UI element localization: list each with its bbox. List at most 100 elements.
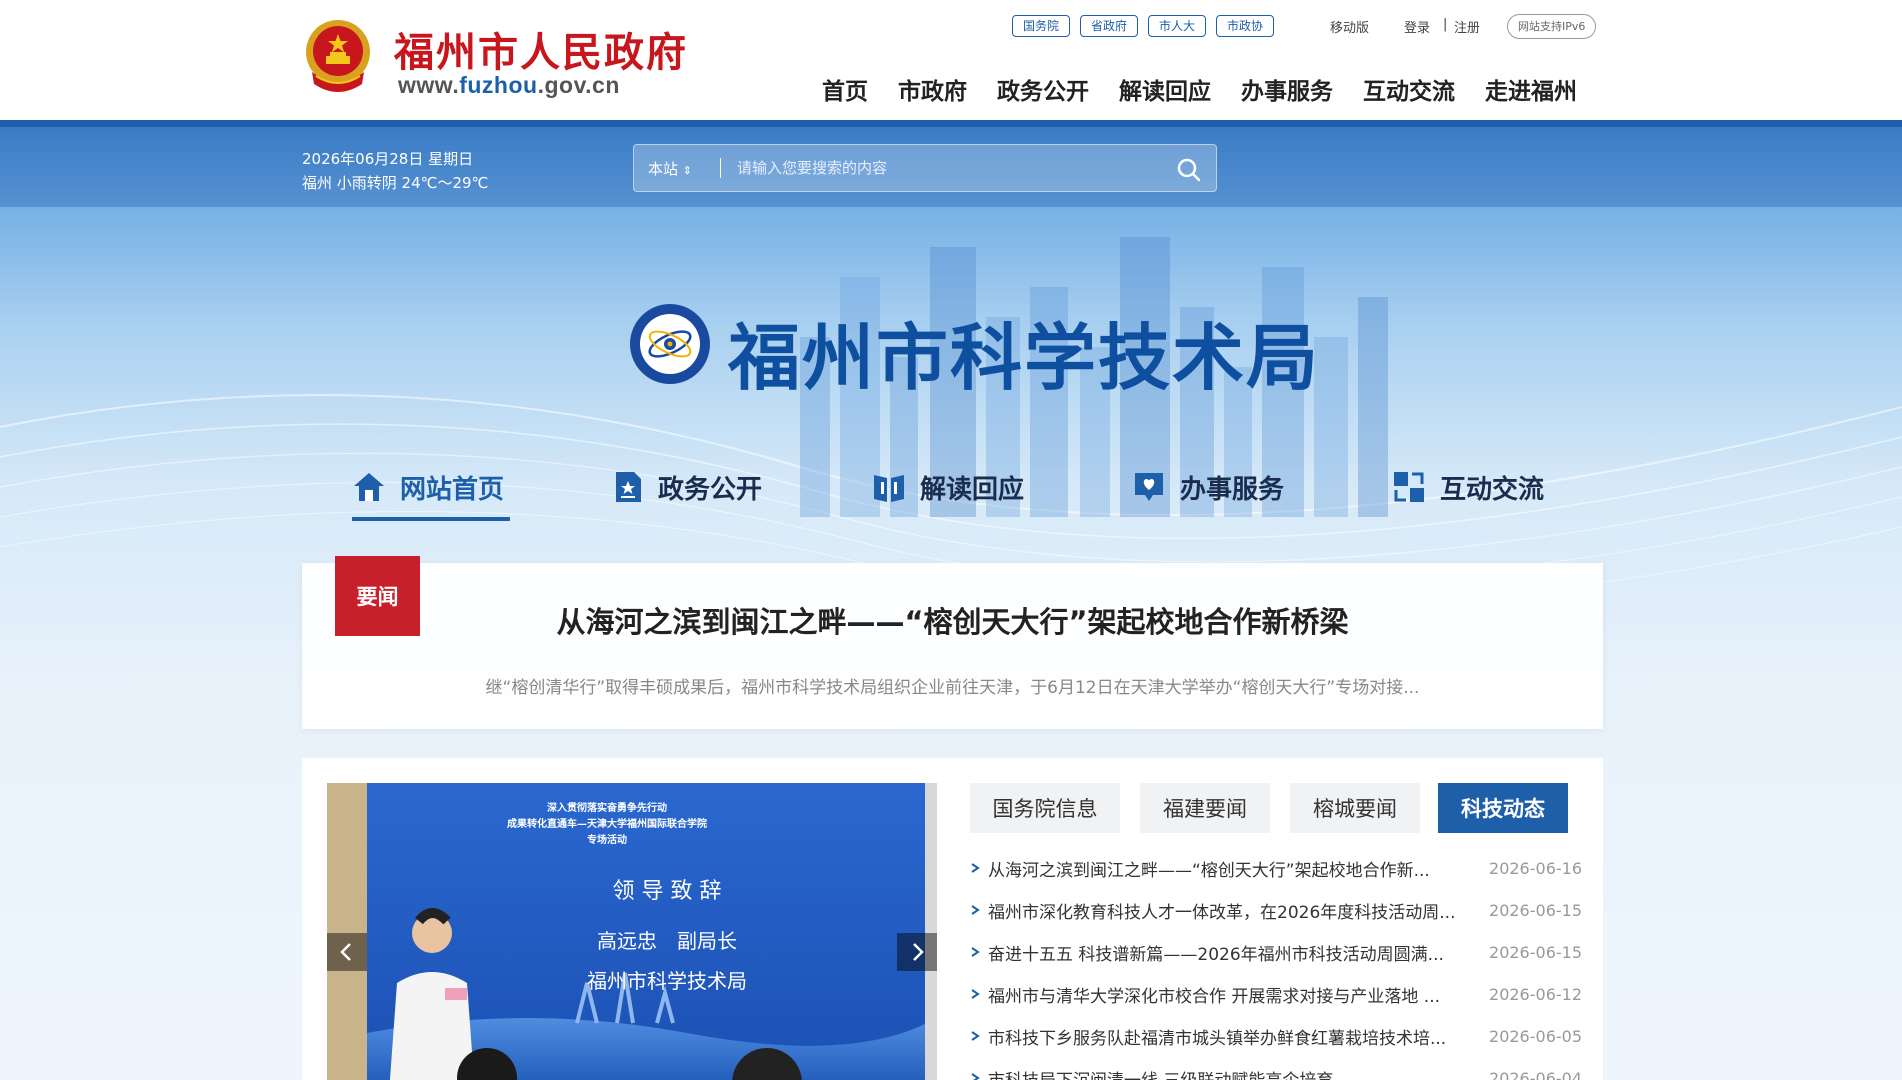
news-item[interactable]: 福州市深化教育科技人才一体改革，在2026年度科技活动周... 2026-06-… [970, 898, 1582, 923]
tab-state-council[interactable]: 国务院信息 [970, 783, 1120, 833]
weather-text: 福州 小雨转阴 24℃～29℃ [302, 174, 489, 192]
interaction-icon [1394, 472, 1424, 502]
active-tab-indicator [352, 517, 510, 521]
bullet-icon [971, 1073, 980, 1080]
news-date: 2026-06-15 [1489, 942, 1582, 962]
sub-nav-public-affairs[interactable]: 政务公开 [612, 462, 762, 512]
tab-fujian-news[interactable]: 福建要闻 [1140, 783, 1270, 833]
headline-summary[interactable]: 继“榕创清华行”取得丰硕成果后，福州市科学技术局组织企业前往天津，于6月12日在… [302, 673, 1603, 698]
national-emblem-icon[interactable] [302, 16, 374, 96]
photo-banner-line: 专场活动 [587, 835, 627, 846]
news-item[interactable]: 从海河之滨到闽江之畔——“榕创天大行”架起校地合作新... 2026-06-16 [970, 856, 1582, 881]
bullet-icon [971, 989, 980, 999]
bullet-icon [971, 947, 980, 957]
site-title[interactable]: 福州市人民政府 [394, 20, 688, 78]
header-divider [0, 120, 1902, 127]
search-input[interactable] [737, 155, 1157, 181]
headline-card: 要闻 从海河之滨到闽江之畔——“榕创天大行”架起校地合作新桥梁 继“榕创清华行”… [302, 556, 1603, 729]
main-nav: 首页 市政府 政务公开 解读回应 办事服务 互动交流 走进福州 [822, 72, 1577, 106]
photo-banner-line: 深入贯彻落实奋勇争先行动 [547, 803, 667, 814]
news-date: 2026-06-12 [1489, 984, 1582, 1004]
sub-nav-label: 办事服务 [1180, 474, 1285, 505]
quick-link-cppcc[interactable]: 市政协 [1216, 15, 1275, 37]
sub-nav: 网站首页 政务公开 解读回应 办事服务 互动交流 [352, 462, 1552, 522]
search-scope-select[interactable]: 本站 ⇕ [648, 158, 692, 179]
sub-nav-services[interactable]: 办事服务 [1132, 462, 1284, 512]
quick-links: 国务院 省政府 市人大 市政协 [1012, 15, 1275, 37]
news-photo-carousel[interactable]: 深入贯彻落实奋勇争先行动 成果转化直通车—天津大学福州国际联合学院 专场活动 领… [327, 783, 937, 1080]
date-weather: 2026年06月28日 星期日 福州 小雨转阴 24℃～29℃ [302, 147, 488, 195]
news-title[interactable]: 从海河之滨到闽江之畔——“榕创天大行”架起校地合作新... [988, 856, 1475, 881]
news-date: 2026-06-04 [1489, 1068, 1582, 1080]
quick-link-province[interactable]: 省政府 [1080, 15, 1139, 37]
bullet-icon [971, 905, 980, 915]
quick-link-congress[interactable]: 市人大 [1148, 15, 1207, 37]
sort-arrows-icon: ⇕ [682, 164, 693, 177]
news-date: 2026-06-05 [1489, 1026, 1582, 1046]
photo-speaker-name: 高远忠 副局长 [597, 929, 737, 953]
url-suffix: .gov.cn [537, 72, 620, 98]
search-scope-label: 本站 [648, 160, 679, 178]
nav-services[interactable]: 办事服务 [1241, 72, 1333, 106]
photo-speaker-org: 福州市科学技术局 [587, 969, 747, 993]
news-title[interactable]: 福州市与清华大学深化市校合作 开展需求对接与产业落地 ... [988, 982, 1475, 1007]
quick-link-state-council[interactable]: 国务院 [1012, 15, 1071, 37]
nav-government[interactable]: 市政府 [898, 72, 967, 106]
mobile-version-link[interactable]: 移动版 [1330, 17, 1369, 36]
bureau-title: 福州市科学技术局 [728, 316, 1321, 400]
sub-nav-label: 网站首页 [400, 474, 505, 505]
service-icon [1135, 473, 1163, 501]
news-date: 2026-06-15 [1489, 900, 1582, 920]
url-prefix: www. [398, 72, 460, 98]
sub-nav-interaction[interactable]: 互动交流 [1392, 462, 1544, 512]
site-url[interactable]: www.fuzhou.gov.cn [398, 72, 620, 99]
register-link[interactable]: 注册 [1454, 17, 1480, 36]
news-title[interactable]: 奋进十五五 科技谱新篇——2026年福州市科技活动周圆满... [988, 940, 1475, 965]
bullet-icon [971, 1031, 980, 1041]
sub-nav-label: 政务公开 [658, 474, 763, 505]
document-icon [616, 472, 641, 502]
nav-public-affairs[interactable]: 政务公开 [997, 72, 1089, 106]
sub-nav-label: 解读回应 [920, 474, 1025, 505]
sub-nav-label: 互动交流 [1440, 474, 1545, 505]
carousel-next-button[interactable] [897, 933, 937, 971]
search-separator [720, 158, 721, 178]
headline-title[interactable]: 从海河之滨到闽江之畔——“榕创天大行”架起校地合作新桥梁 [302, 599, 1603, 641]
news-item[interactable]: 市科技局下沉闽清一线 三级联动赋能高企培育 2026-06-04 [970, 1066, 1582, 1080]
news-item[interactable]: 福州市与清华大学深化市校合作 开展需求对接与产业落地 ... 2026-06-1… [970, 982, 1582, 1007]
ipv6-badge: 网站支持IPv6 [1507, 14, 1597, 39]
url-domain: fuzhou [459, 72, 538, 98]
carousel-prev-button[interactable] [327, 933, 367, 971]
chevron-right-icon [913, 943, 924, 961]
news-date: 2026-06-16 [1489, 858, 1582, 878]
tab-fuzhou-news[interactable]: 榕城要闻 [1290, 783, 1420, 833]
sub-nav-home[interactable]: 网站首页 [352, 462, 504, 512]
news-item[interactable]: 奋进十五五 科技谱新篇——2026年福州市科技活动周圆满... 2026-06-… [970, 940, 1582, 965]
nav-interpretation[interactable]: 解读回应 [1119, 72, 1211, 106]
chevron-left-icon [340, 943, 351, 961]
search-icon[interactable] [1174, 155, 1204, 183]
date-text: 2026年06月28日 星期日 [302, 150, 474, 168]
login-link[interactable]: 登录 [1404, 17, 1430, 36]
nav-home[interactable]: 首页 [822, 72, 868, 106]
news-item[interactable]: 市科技下乡服务队赴福清市城头镇举办鲜食红薯栽培技术培... 2026-06-05 [970, 1024, 1582, 1049]
book-icon [874, 475, 904, 502]
tab-tech-news[interactable]: 科技动态 [1438, 783, 1568, 833]
site-header: 福州市人民政府 www.fuzhou.gov.cn 国务院 省政府 市人大 市政… [0, 0, 1902, 120]
nav-interaction[interactable]: 互动交流 [1363, 72, 1455, 106]
news-title[interactable]: 福州市深化教育科技人才一体改革，在2026年度科技活动周... [988, 898, 1475, 923]
photo-banner-text: 深入贯彻落实奋勇争先行动 成果转化直通车—天津大学福州国际联合学院 专场活动 [427, 801, 787, 849]
photo-screen-title: 领 导 致 辞 [612, 879, 722, 904]
news-title[interactable]: 市科技局下沉闽清一线 三级联动赋能高企培育 [988, 1066, 1475, 1080]
bullet-icon [971, 863, 980, 873]
search-bar: 本站 ⇕ [633, 144, 1217, 192]
news-panel: 深入贯彻落实奋勇争先行动 成果转化直通车—天津大学福州国际联合学院 专场活动 领… [302, 758, 1603, 1080]
nav-about-fuzhou[interactable]: 走进福州 [1485, 72, 1577, 106]
info-strip: 2026年06月28日 星期日 福州 小雨转阴 24℃～29℃ 本站 ⇕ [0, 127, 1902, 207]
home-icon [354, 473, 384, 501]
photo-banner-line: 成果转化直通车—天津大学福州国际联合学院 [507, 819, 707, 830]
util-divider: | [1443, 17, 1448, 32]
news-title[interactable]: 市科技下乡服务队赴福清市城头镇举办鲜食红薯栽培技术培... [988, 1024, 1475, 1049]
sub-nav-interpretation[interactable]: 解读回应 [872, 462, 1024, 512]
bureau-logo-icon[interactable] [628, 302, 712, 386]
